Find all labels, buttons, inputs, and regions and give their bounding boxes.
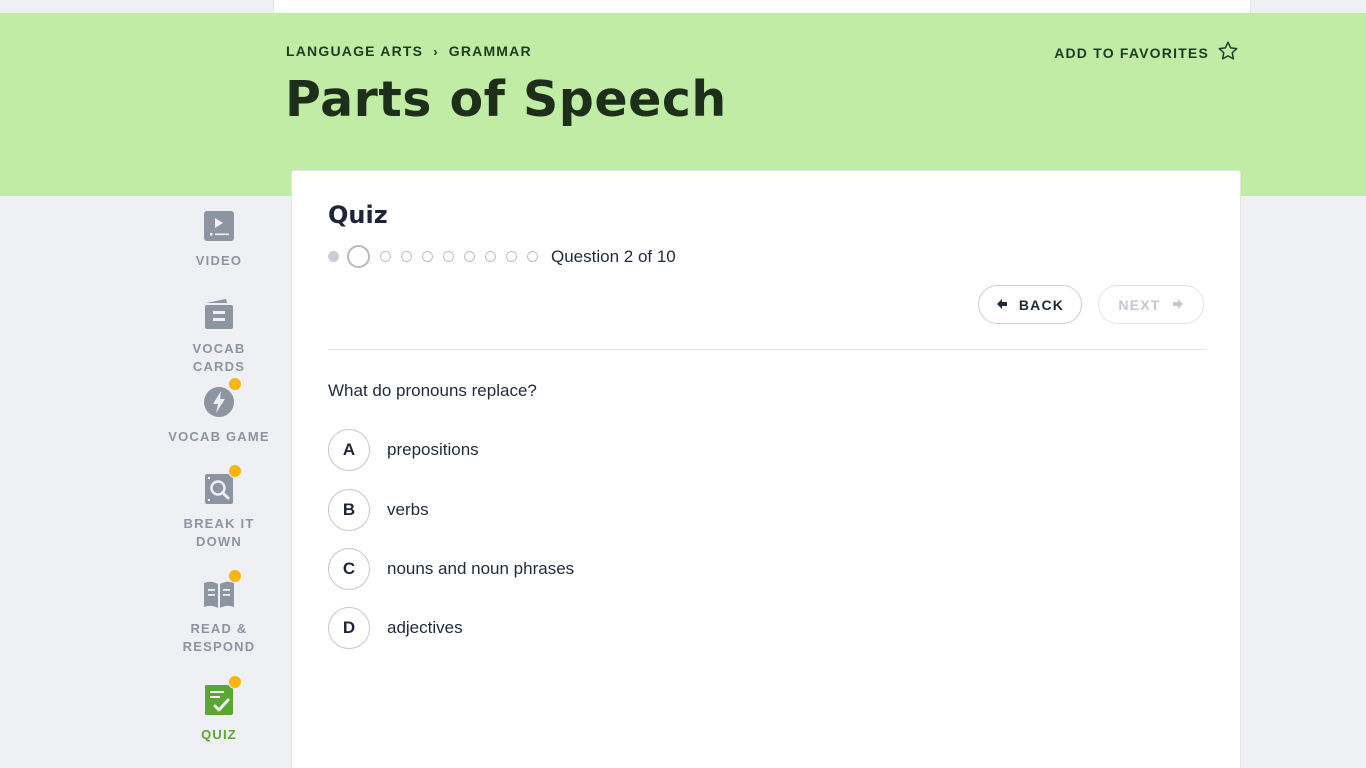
sidebar-item-vocab-game[interactable]: VOCAB GAME (168, 377, 270, 446)
sidebar-item-label: QUIZ (201, 727, 237, 742)
notification-badge (228, 675, 242, 689)
vocab-cards-icon (202, 297, 236, 331)
choice-text: prepositions (387, 440, 479, 459)
question-progress: Question 2 of 10 (328, 245, 676, 268)
progress-dot[interactable] (443, 251, 454, 262)
progress-dot[interactable] (464, 251, 475, 262)
sidebar-item-video[interactable]: VIDEO (168, 209, 270, 270)
progress-dot[interactable] (485, 251, 496, 262)
choice-letter: B (328, 489, 370, 531)
answer-choice-d[interactable]: D adjectives (328, 607, 463, 649)
choice-text: adjectives (387, 618, 463, 637)
page-header: LANGUAGE ARTS › GRAMMAR Parts of Speech … (0, 13, 1366, 196)
sidebar-item-quiz[interactable]: QUIZ (168, 675, 270, 744)
progress-dot[interactable] (328, 251, 339, 262)
top-strip-panel (273, 0, 1251, 13)
notification-badge (228, 377, 242, 391)
choice-letter: A (328, 429, 370, 471)
sidebar-item-label: VIDEO (195, 253, 243, 268)
lightning-icon (202, 377, 242, 419)
open-book-icon (202, 569, 242, 611)
checklist-icon (202, 675, 242, 717)
add-to-favorites-label: ADD TO FAVORITES (1054, 44, 1209, 61)
next-label: NEXT (1118, 296, 1161, 313)
magnify-document-icon (202, 464, 242, 506)
question-counter: Question 2 of 10 (551, 246, 676, 266)
progress-dot-current[interactable] (347, 245, 370, 268)
sidebar-item-read-respond[interactable]: READ & RESPOND (168, 569, 270, 656)
breadcrumb: LANGUAGE ARTS › GRAMMAR (286, 43, 532, 59)
add-to-favorites-button[interactable]: ADD TO FAVORITES (1054, 40, 1239, 65)
back-button[interactable]: BACK (978, 285, 1082, 324)
breadcrumb-topic-link[interactable]: GRAMMAR (449, 43, 532, 59)
progress-dot[interactable] (380, 251, 391, 262)
video-icon (202, 209, 236, 243)
arrow-right-icon (1172, 297, 1184, 313)
star-outline-icon (1217, 40, 1239, 65)
sidebar-item-break-it-down[interactable]: BREAK IT DOWN (168, 464, 270, 551)
quiz-title: Quiz (328, 201, 388, 229)
next-button[interactable]: NEXT (1098, 285, 1204, 324)
arrow-left-icon (996, 297, 1008, 313)
choice-letter: D (328, 607, 370, 649)
notification-badge (228, 569, 242, 583)
divider (328, 349, 1206, 350)
breadcrumb-subject-link[interactable]: LANGUAGE ARTS (286, 43, 423, 59)
sidebar-item-label: BREAK IT DOWN (183, 516, 255, 549)
choice-letter: C (328, 548, 370, 590)
choice-text: nouns and noun phrases (387, 559, 575, 578)
question-text: What do pronouns replace? (328, 381, 537, 400)
answer-choice-a[interactable]: A prepositions (328, 429, 479, 471)
sidebar-item-label: VOCAB GAME (168, 429, 270, 444)
progress-dot[interactable] (422, 251, 433, 262)
answer-choice-c[interactable]: C nouns and noun phrases (328, 548, 574, 590)
sidebar-item-label: VOCAB CARDS (192, 341, 246, 374)
quiz-card: Quiz Question 2 of 10 BACK NEXT What do … (291, 170, 1241, 768)
progress-dot[interactable] (527, 251, 538, 262)
progress-dot[interactable] (401, 251, 412, 262)
top-strip (0, 0, 1366, 13)
sidebar-item-label: READ & RESPOND (182, 621, 256, 654)
choice-text: verbs (387, 500, 429, 519)
answer-choice-b[interactable]: B verbs (328, 489, 429, 531)
back-label: BACK (1018, 296, 1065, 313)
page-title: Parts of Speech (285, 71, 727, 128)
progress-dot[interactable] (506, 251, 517, 262)
sidebar-item-vocab-cards[interactable]: VOCAB CARDS (168, 297, 270, 376)
notification-badge (228, 464, 242, 478)
chevron-right-icon: › (433, 43, 439, 59)
